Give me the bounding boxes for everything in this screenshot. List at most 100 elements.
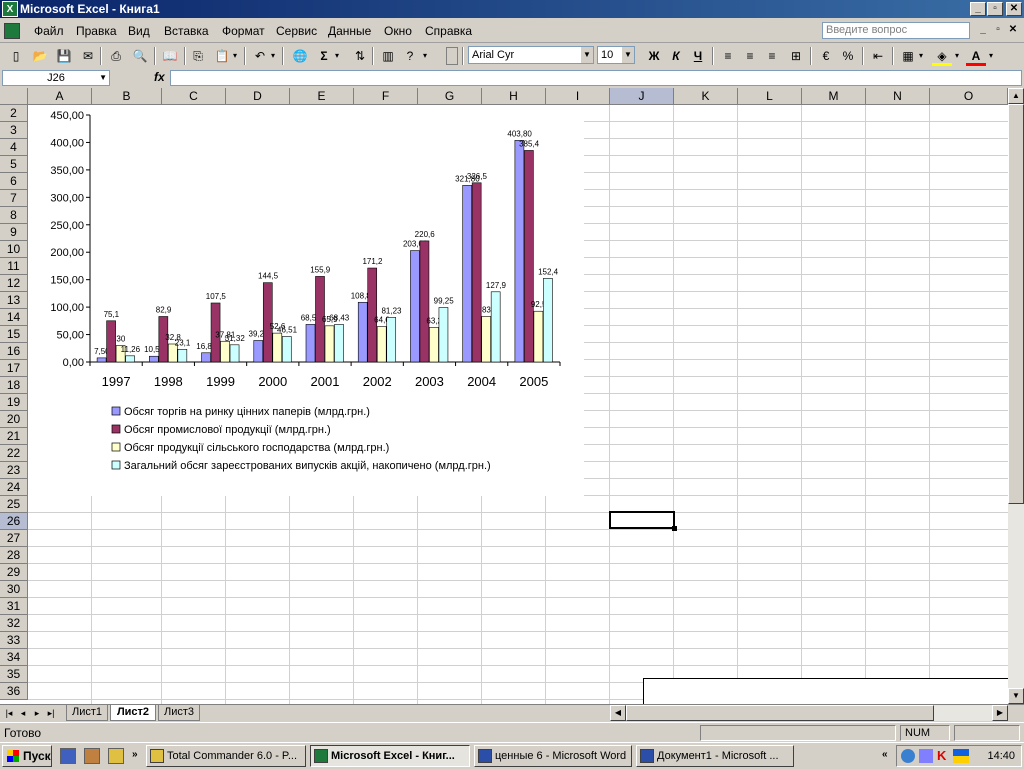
row-header-33[interactable]: 33 <box>0 632 28 649</box>
antivirus-icon[interactable]: K <box>937 748 946 763</box>
row-header-11[interactable]: 11 <box>0 258 28 275</box>
row-header-18[interactable]: 18 <box>0 377 28 394</box>
column-header-G[interactable]: G <box>418 88 482 105</box>
column-header-D[interactable]: D <box>226 88 290 105</box>
formula-input[interactable] <box>170 70 1022 86</box>
quicklaunch-folder-icon[interactable] <box>108 748 124 764</box>
column-header-C[interactable]: C <box>162 88 226 105</box>
row-header-35[interactable]: 35 <box>0 666 28 683</box>
row-header-15[interactable]: 15 <box>0 326 28 343</box>
taskbar-word-2[interactable]: Документ1 - Microsoft ... <box>636 745 794 767</box>
network-icon[interactable] <box>901 749 915 763</box>
menu-file[interactable]: Файл <box>34 24 64 38</box>
menu-help[interactable]: Справка <box>425 24 472 38</box>
vertical-scroll-thumb[interactable] <box>1008 104 1024 504</box>
column-header-N[interactable]: N <box>866 88 930 105</box>
taskbar-excel[interactable]: Microsoft Excel - Книг... <box>310 745 470 767</box>
row-header-24[interactable]: 24 <box>0 479 28 496</box>
save-icon[interactable]: 💾 <box>54 46 74 66</box>
minimize-button[interactable]: _ <box>970 2 986 16</box>
doc-close-button[interactable]: ✕ <box>1005 24 1021 38</box>
sheet-tab-1[interactable]: Лист1 <box>66 705 108 721</box>
align-left-icon[interactable]: ≡ <box>718 46 738 66</box>
active-cell[interactable] <box>609 511 677 531</box>
menu-edit[interactable]: Правка <box>76 24 117 38</box>
sheet-tab-2[interactable]: Лист2 <box>110 705 156 721</box>
research-icon[interactable]: 📖 <box>160 46 180 66</box>
prev-sheet-icon[interactable]: ◂ <box>16 707 30 720</box>
print-icon[interactable]: ⎙ <box>106 46 126 66</box>
fill-color-dropdown-icon[interactable]: ▾ <box>952 46 962 66</box>
menu-format[interactable]: Формат <box>222 24 265 38</box>
chevron-down-icon[interactable]: ▼ <box>622 47 634 63</box>
row-header-21[interactable]: 21 <box>0 428 28 445</box>
row-header-4[interactable]: 4 <box>0 139 28 156</box>
column-header-B[interactable]: B <box>92 88 162 105</box>
sheet-tab-3[interactable]: Лист3 <box>158 705 200 721</box>
scroll-right-icon[interactable]: ▶ <box>992 705 1008 721</box>
row-header-19[interactable]: 19 <box>0 394 28 411</box>
open-icon[interactable]: 📂 <box>30 46 50 66</box>
vertical-scrollbar[interactable]: ▲ ▼ <box>1008 88 1024 704</box>
column-header-A[interactable]: A <box>28 88 92 105</box>
underline-button[interactable]: Ч <box>688 46 708 66</box>
doc-minimize-button[interactable]: _ <box>975 24 991 38</box>
row-header-22[interactable]: 22 <box>0 445 28 462</box>
name-box[interactable]: J26 ▼ <box>2 70 110 86</box>
menu-insert[interactable]: Вставка <box>164 24 209 38</box>
undo-icon[interactable]: ↶ <box>250 46 270 66</box>
workbook-icon[interactable] <box>4 23 20 39</box>
menu-view[interactable]: Вид <box>128 24 150 38</box>
row-header-8[interactable]: 8 <box>0 207 28 224</box>
new-icon[interactable]: ▯ <box>6 46 26 66</box>
font-color-icon[interactable]: A <box>966 46 986 66</box>
column-header-F[interactable]: F <box>354 88 418 105</box>
quicklaunch-more-icon[interactable]: » <box>132 749 138 760</box>
column-header-H[interactable]: H <box>482 88 546 105</box>
column-header-K[interactable]: K <box>674 88 738 105</box>
font-color-dropdown-icon[interactable]: ▾ <box>986 46 996 66</box>
paste-dropdown-icon[interactable]: ▾ <box>230 46 240 66</box>
help-search-input[interactable]: Введите вопрос <box>822 22 970 39</box>
start-button[interactable]: Пуск <box>2 745 52 767</box>
decrease-indent-icon[interactable]: ⇤ <box>868 46 888 66</box>
font-size-select[interactable]: 10 ▼ <box>597 46 635 64</box>
menu-data[interactable]: Данные <box>328 24 371 38</box>
borders-dropdown-icon[interactable]: ▾ <box>916 46 926 66</box>
row-header-32[interactable]: 32 <box>0 615 28 632</box>
sort-ascending-icon[interactable]: ⇅ <box>350 46 370 66</box>
quicklaunch-app-icon[interactable] <box>60 748 76 764</box>
row-header-34[interactable]: 34 <box>0 649 28 666</box>
hyperlink-icon[interactable]: 🌐 <box>290 46 310 66</box>
undo-dropdown-icon[interactable]: ▾ <box>268 46 278 66</box>
tray-expand-icon[interactable]: « <box>882 749 888 760</box>
spreadsheet-grid[interactable]: ABCDEFGHIJKLMNO 2 3 4 5 6 7 8 9 10 11 12 13 14 15 16 17… <box>0 88 1008 704</box>
quicklaunch-tool-icon[interactable] <box>84 748 100 764</box>
help-icon[interactable]: ? <box>400 46 420 66</box>
permission-icon[interactable]: ✉ <box>78 46 98 66</box>
borders-icon[interactable]: ▦ <box>898 46 918 66</box>
toolbar-options-icon[interactable]: ▾ <box>420 46 430 66</box>
row-header-10[interactable]: 10 <box>0 241 28 258</box>
fill-handle[interactable] <box>672 526 677 531</box>
autosum-icon[interactable]: Σ <box>314 46 334 66</box>
row-header-14[interactable]: 14 <box>0 309 28 326</box>
column-header-O[interactable]: O <box>930 88 1008 105</box>
tray-app-icon[interactable] <box>919 749 933 763</box>
row-header-25[interactable]: 25 <box>0 496 28 513</box>
scroll-down-icon[interactable]: ▼ <box>1008 688 1024 704</box>
scroll-left-icon[interactable]: ◀ <box>610 705 626 721</box>
align-center-icon[interactable]: ≡ <box>740 46 760 66</box>
row-header-20[interactable]: 20 <box>0 411 28 428</box>
chart[interactable]: 0,00 50,00 100,00 150,00 200,00 250,00 300,00 3… <box>28 105 584 496</box>
print-preview-icon[interactable]: 🔍 <box>130 46 150 66</box>
paste-icon[interactable]: 📋 <box>212 46 232 66</box>
row-header-12[interactable]: 12 <box>0 275 28 292</box>
fill-color-icon[interactable]: ◈ <box>932 46 952 66</box>
column-header-J[interactable]: J <box>610 88 674 105</box>
row-header-23[interactable]: 23 <box>0 462 28 479</box>
row-header-28[interactable]: 28 <box>0 547 28 564</box>
first-sheet-icon[interactable]: |◂ <box>2 707 16 720</box>
row-header-7[interactable]: 7 <box>0 190 28 207</box>
column-header-L[interactable]: L <box>738 88 802 105</box>
